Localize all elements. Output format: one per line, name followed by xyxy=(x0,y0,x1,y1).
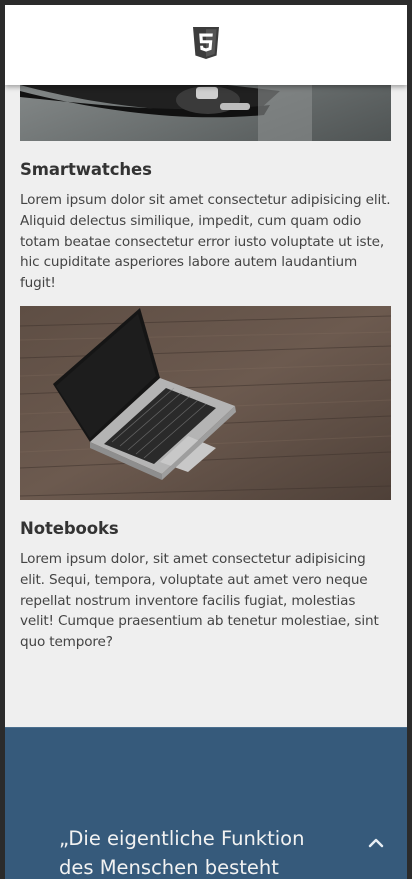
chevron-up-icon xyxy=(368,838,384,848)
html5-logo-icon[interactable] xyxy=(192,27,220,61)
article-text: Lorem ipsum dolor sit amet consectetur a… xyxy=(20,192,391,292)
notebook-image xyxy=(20,306,391,500)
quote-text: „Die eigentliche Funktion des Menschen b… xyxy=(59,827,305,879)
article-text: Lorem ipsum dolor, sit amet consectetur … xyxy=(20,551,379,651)
page: Smartwatches Lorem ipsum dolor sit amet … xyxy=(5,5,407,879)
site-header xyxy=(5,5,407,85)
article-title: Smartwatches xyxy=(20,160,152,179)
article-title: Notebooks xyxy=(20,519,119,538)
scroll-to-top-button[interactable] xyxy=(363,831,389,855)
quote-footer: „Die eigentliche Funktion des Menschen b… xyxy=(5,727,407,879)
